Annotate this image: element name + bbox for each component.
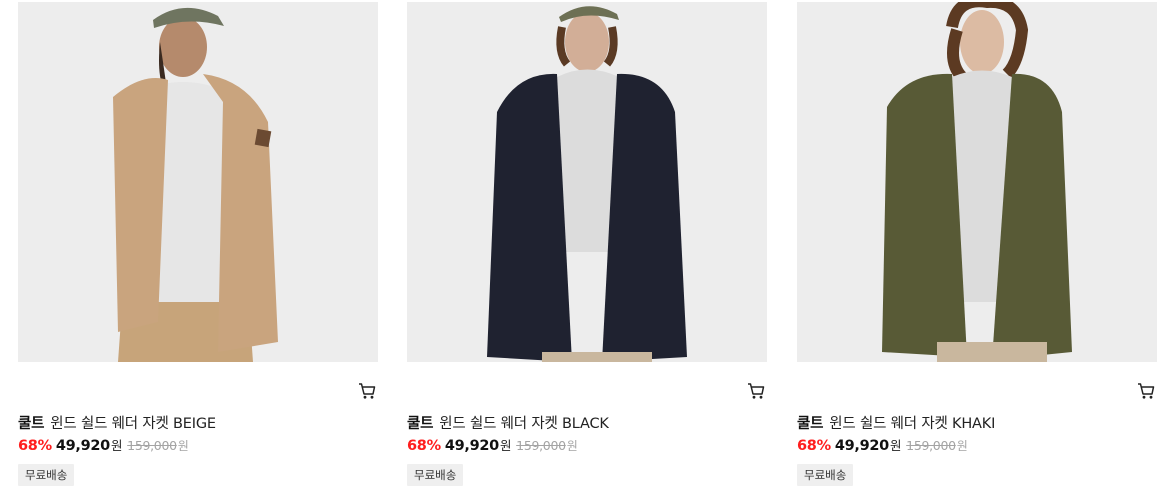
- discount-rate: 68%: [18, 438, 52, 454]
- product-name: 윈드 쉴드 웨더 자켓 BEIGE: [50, 416, 216, 432]
- product-name: 윈드 쉴드 웨더 자켓 KHAKI: [829, 416, 996, 432]
- original-price-unit: 원: [177, 439, 189, 453]
- sale-price-unit: 원: [889, 438, 902, 453]
- cart-icon[interactable]: [747, 382, 765, 400]
- product-image[interactable]: [18, 2, 378, 362]
- cart-icon[interactable]: [1137, 382, 1155, 400]
- original-price-unit: 원: [956, 439, 968, 453]
- product-photo-khaki: [797, 2, 1157, 362]
- product-card[interactable]: 쿨트 윈드 쉴드 웨더 자켓 BLACK 68% 49,920원 159,000원 무…: [407, 2, 767, 486]
- sale-price: 49,920: [55, 438, 110, 454]
- original-price: 159,000: [127, 438, 177, 453]
- cart-row: [18, 362, 378, 400]
- product-image[interactable]: [797, 2, 1157, 362]
- price-row: 68% 49,920원 159,000원: [797, 436, 1157, 456]
- cart-icon[interactable]: [358, 382, 376, 400]
- product-image[interactable]: [407, 2, 767, 362]
- cart-row: [797, 362, 1157, 400]
- brand-name: 쿨트: [18, 416, 45, 432]
- product-photo-beige: [18, 2, 378, 362]
- product-card[interactable]: 쿨트 윈드 쉴드 웨더 자켓 BEIGE 68% 49,920원 159,000원 무…: [18, 2, 378, 486]
- free-shipping-badge: 무료배송: [18, 464, 75, 486]
- free-shipping-badge: 무료배송: [797, 464, 854, 486]
- product-title[interactable]: 쿨트 윈드 쉴드 웨더 자켓 BEIGE: [18, 414, 378, 434]
- sale-price-unit: 원: [499, 438, 512, 453]
- product-card[interactable]: 쿨트 윈드 쉴드 웨더 자켓 KHAKI 68% 49,920원 159,000원 무…: [797, 2, 1157, 486]
- original-price: 159,000: [516, 438, 566, 453]
- brand-name: 쿨트: [407, 416, 434, 432]
- sale-price: 49,920: [444, 438, 499, 454]
- product-name: 윈드 쉴드 웨더 자켓 BLACK: [439, 416, 609, 432]
- cart-row: [407, 362, 767, 400]
- original-price-unit: 원: [566, 439, 578, 453]
- price-row: 68% 49,920원 159,000원: [18, 436, 378, 456]
- product-grid: 쿨트 윈드 쉴드 웨더 자켓 BEIGE 68% 49,920원 159,000원 무…: [0, 0, 1169, 500]
- discount-rate: 68%: [797, 438, 831, 454]
- price-row: 68% 49,920원 159,000원: [407, 436, 767, 456]
- sale-price-unit: 원: [110, 438, 123, 453]
- product-title[interactable]: 쿨트 윈드 쉴드 웨더 자켓 BLACK: [407, 414, 767, 434]
- product-photo-black: [407, 2, 767, 362]
- original-price: 159,000: [906, 438, 956, 453]
- product-title[interactable]: 쿨트 윈드 쉴드 웨더 자켓 KHAKI: [797, 414, 1157, 434]
- discount-rate: 68%: [407, 438, 441, 454]
- sale-price: 49,920: [834, 438, 889, 454]
- free-shipping-badge: 무료배송: [407, 464, 464, 486]
- brand-name: 쿨트: [797, 416, 824, 432]
